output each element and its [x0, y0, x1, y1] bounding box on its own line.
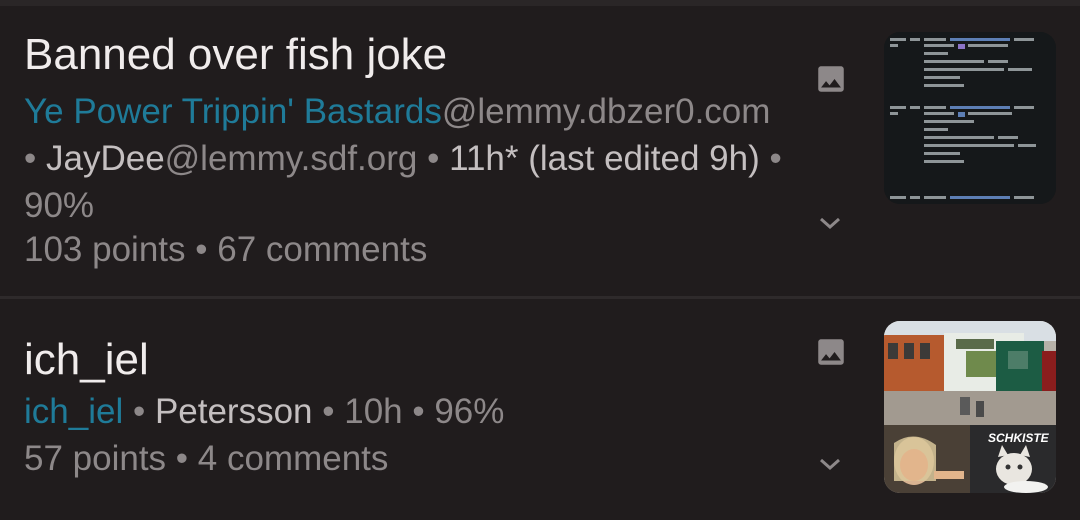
comments-count[interactable]: 67 comments	[217, 230, 427, 269]
upvote-ratio: 90%	[24, 186, 95, 225]
post-meta: ich_iel • Petersson • 10h • 96%	[24, 388, 784, 435]
post-card[interactable]: Banned over fish joke Ye Power Trippin' …	[0, 6, 1080, 296]
separator: •	[24, 139, 46, 178]
points-count: 103 points	[24, 230, 186, 269]
meme-thumbnail-image: SCHKISTE	[884, 321, 1056, 493]
chevron-down-icon[interactable]	[817, 455, 843, 473]
post-meta: Ye Power Trippin' Bastards@lemmy.dbzer0​…	[24, 88, 784, 229]
post-thumbnail[interactable]: SCHKISTE	[884, 321, 1056, 493]
comments-count[interactable]: 4 comments	[198, 439, 389, 478]
points-count: 57 points	[24, 439, 167, 478]
user-name[interactable]: Petersson	[155, 392, 313, 431]
post-title[interactable]: ich_iel	[24, 335, 149, 385]
separator: •	[166, 439, 198, 478]
community-name[interactable]: ich_iel	[24, 392, 123, 431]
separator: •	[402, 392, 435, 431]
thumbnail-caption: SCHKISTE	[988, 431, 1050, 445]
separator: •	[123, 392, 155, 431]
screenshot-thumbnail-image	[884, 32, 1056, 204]
post-time: 11h* (last edited 9h)	[449, 139, 760, 178]
image-icon	[818, 339, 844, 365]
post-thumbnail[interactable]	[884, 32, 1056, 204]
chevron-down-icon[interactable]	[817, 214, 843, 232]
post-stats: 103 points • 67 comments	[24, 230, 427, 270]
post-time: 10h	[344, 392, 403, 431]
upvote-ratio: 96%	[434, 392, 505, 431]
separator: •	[312, 392, 345, 431]
community-instance[interactable]: @lemmy.dbzer0​.com	[442, 92, 771, 131]
post-title[interactable]: Banned over fish joke	[24, 30, 447, 80]
user-instance[interactable]: @lemmy.sdf.org	[165, 139, 418, 178]
image-icon	[818, 66, 844, 92]
user-name[interactable]: JayDee	[46, 139, 165, 178]
post-card[interactable]: ich_iel ich_iel • Petersson • 10h • 96% …	[0, 299, 1080, 520]
post-stats: 57 points • 4 comments	[24, 439, 388, 479]
community-name[interactable]: Ye Power Trippin' Bastards	[24, 92, 442, 131]
separator: •	[759, 139, 782, 178]
separator: •	[185, 230, 218, 269]
separator: •	[417, 139, 450, 178]
